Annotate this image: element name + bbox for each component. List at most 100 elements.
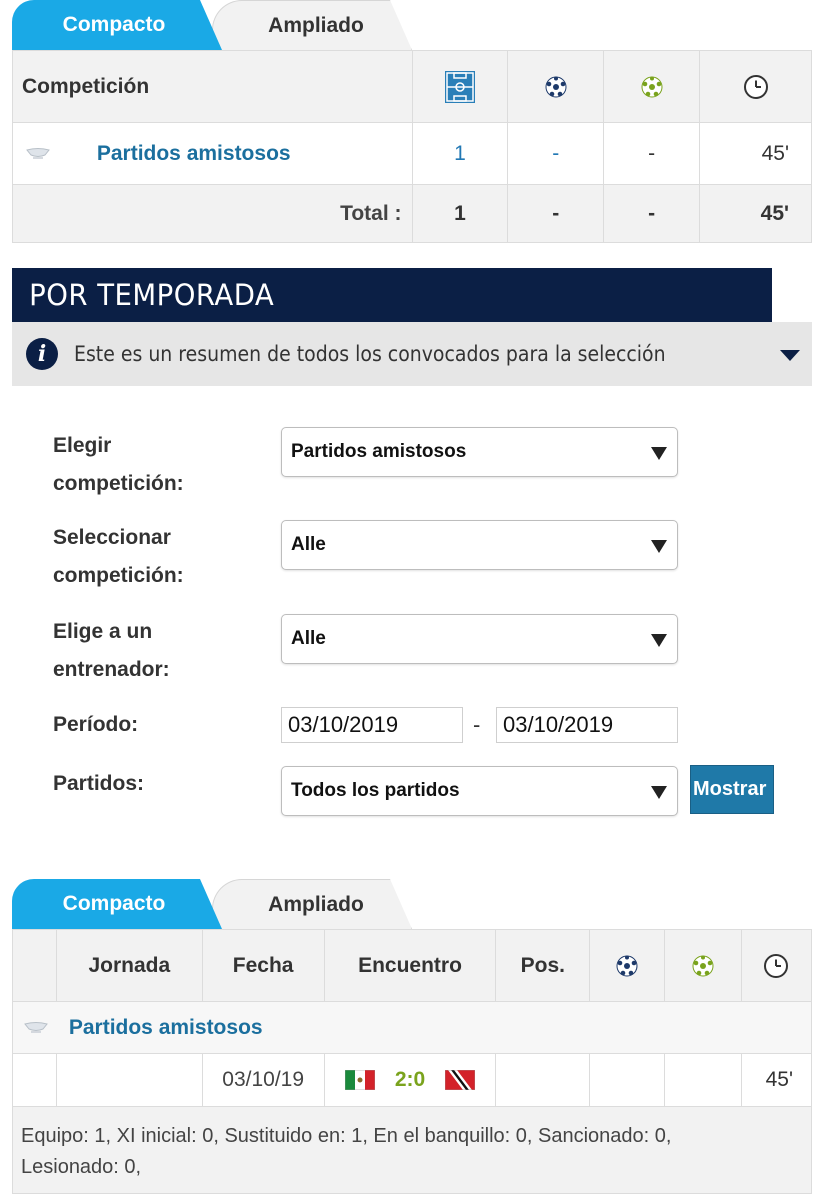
appearances-cell[interactable]: 1: [411, 122, 509, 185]
tab-compact-label: Compacto: [62, 13, 166, 36]
tab-expanded-label: Ampliado: [268, 13, 364, 37]
competition-label-line1: Elegir: [53, 434, 112, 457]
trophy-icon: [24, 1021, 48, 1033]
select-competition-label-line1: Seleccionar: [53, 526, 171, 549]
dropdown-arrow-icon: [651, 540, 667, 553]
date-separator: -: [473, 712, 481, 737]
flag-trinidad-icon: [445, 1070, 476, 1091]
minutes-header: [699, 50, 812, 123]
assist-ball-icon: [692, 955, 714, 977]
total-label: Total :: [12, 184, 413, 243]
pos-cell: [495, 1053, 591, 1107]
round-cell: [55, 1053, 203, 1107]
tab-compact-label: Compacto: [62, 892, 166, 915]
date-from-input[interactable]: 03/10/2019: [281, 707, 463, 743]
competition-group-cell: Partidos amistosos: [12, 1001, 812, 1054]
header-spacer: [12, 929, 57, 1002]
flag-mexico-icon: [344, 1070, 375, 1091]
competition-summary-table: Competición Partidos amistosos 1 - - 45'…: [12, 50, 812, 243]
bottom-tabs: Ampliado Compacto: [12, 879, 812, 929]
period-label: Período:: [53, 713, 139, 736]
select-competition-select[interactable]: Alle: [281, 520, 678, 570]
info-bar[interactable]: i Este es un resumen de todos los convoc…: [12, 322, 812, 386]
dropdown-arrow-icon: [651, 634, 667, 647]
goals-header: [507, 50, 605, 123]
ball-icon: [616, 955, 638, 977]
match-score[interactable]: 2:0: [395, 1068, 425, 1091]
summary-line-2: Lesionado: 0,: [21, 1156, 142, 1178]
assist-ball-icon: [641, 76, 663, 98]
summary-competition-row: Partidos amistosos 1 - - 45': [12, 122, 812, 185]
tab-expanded[interactable]: Ampliado: [212, 0, 412, 50]
coach-select[interactable]: Alle: [281, 614, 678, 664]
coach-label: Elige a un entrenador:: [53, 613, 170, 689]
dropdown-arrow-icon: [651, 786, 667, 799]
select-competition-value: Alle: [291, 534, 326, 555]
total-goals: -: [507, 184, 605, 243]
info-icon: i: [26, 338, 58, 370]
tab-compact[interactable]: Compacto: [12, 0, 222, 50]
matches-select[interactable]: Todos los partidos: [281, 766, 678, 816]
summary-line-1: Equipo: 1, XI inicial: 0, Sustituido en:…: [21, 1125, 672, 1147]
date-header: Fecha: [201, 929, 325, 1002]
select-competition-label: Seleccionar competición:: [53, 519, 184, 595]
show-button[interactable]: Mostrar: [690, 765, 774, 814]
coach-label-line2: entrenador:: [53, 658, 170, 681]
competition-select[interactable]: Partidos amistosos: [281, 427, 678, 477]
competition-header: Competición: [12, 50, 413, 123]
matches-select-value: Todos los partidos: [291, 780, 460, 801]
ball-icon: [545, 76, 567, 98]
competition-group-row: Partidos amistosos: [12, 1001, 812, 1054]
tab-expanded[interactable]: Ampliado: [212, 879, 412, 929]
clock-icon: [764, 953, 789, 978]
total-assists: -: [603, 184, 701, 243]
goals-cell: [589, 1053, 666, 1107]
field-icon: [444, 70, 475, 103]
round-header: Jornada: [55, 929, 203, 1002]
season-title: POR TEMPORADA: [29, 278, 275, 312]
total-appearances: 1: [411, 184, 509, 243]
assists-header: [664, 929, 742, 1002]
match-header-row: Jornada Fecha Encuentro Pos.: [12, 929, 813, 1002]
match-table: Jornada Fecha Encuentro Pos. Partidos am…: [12, 929, 813, 1107]
minutes-cell: 45': [740, 1053, 813, 1107]
coach-select-value: Alle: [291, 628, 326, 649]
top-tabs: Ampliado Compacto: [12, 0, 812, 50]
info-text: Este es un resumen de todos los convocad…: [74, 342, 666, 366]
trophy-icon: [26, 147, 50, 159]
tab-expanded-label: Ampliado: [268, 892, 364, 916]
competition-label-line2: competición:: [53, 472, 184, 495]
competition-label: Elegir competición:: [53, 427, 184, 503]
assists-header: [603, 50, 701, 123]
minutes-cell: 45': [699, 122, 812, 185]
matches-label: Partidos:: [53, 772, 145, 795]
goals-cell: -: [507, 122, 605, 185]
match-cell[interactable]: 2:0: [323, 1053, 497, 1107]
season-banner: POR TEMPORADA: [12, 268, 772, 322]
summary-total-row: Total : 1 - - 45': [12, 184, 812, 243]
competition-cell: Partidos amistosos: [12, 122, 413, 185]
coach-label-line1: Elige a un: [53, 620, 153, 643]
minutes-header: [740, 929, 813, 1002]
assists-cell: -: [603, 122, 701, 185]
goals-header: [589, 929, 666, 1002]
match-header: Encuentro: [323, 929, 497, 1002]
pos-header: Pos.: [495, 929, 591, 1002]
tab-compact[interactable]: Compacto: [12, 879, 222, 929]
summary-header-row: Competición: [12, 50, 812, 123]
competition-group-link[interactable]: Partidos amistosos: [69, 1016, 263, 1039]
dropdown-arrow-icon: [651, 447, 667, 460]
assists-cell: [664, 1053, 742, 1107]
select-competition-label-line2: competición:: [53, 564, 184, 587]
competition-link[interactable]: Partidos amistosos: [97, 142, 291, 165]
date-to-input[interactable]: 03/10/2019: [496, 707, 678, 743]
total-minutes: 45': [699, 184, 812, 243]
appearances-header: [411, 50, 509, 123]
caret-down-icon[interactable]: [780, 350, 800, 361]
table-row: 03/10/19 2:0 45': [12, 1053, 813, 1107]
date-cell: 03/10/19: [201, 1053, 325, 1107]
squad-summary: Equipo: 1, XI inicial: 0, Sustituido en:…: [12, 1106, 812, 1194]
competition-select-value: Partidos amistosos: [291, 441, 467, 462]
row-spacer: [12, 1053, 57, 1107]
clock-icon: [743, 74, 768, 99]
